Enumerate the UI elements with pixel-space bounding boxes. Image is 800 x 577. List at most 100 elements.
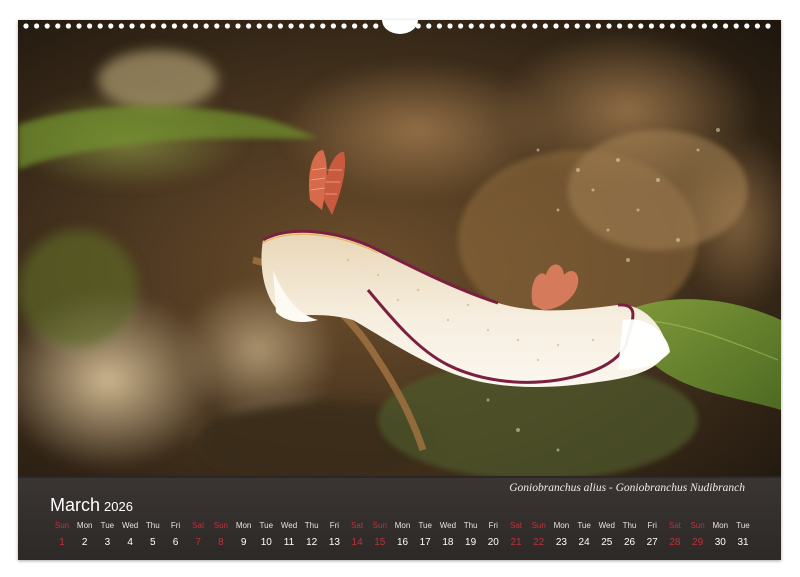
binding-hole <box>161 23 167 29</box>
binding-hole <box>670 23 676 29</box>
binding-hole <box>55 23 61 29</box>
day-number: 17 <box>419 537 431 548</box>
day-cell: Mon 23 <box>550 520 572 551</box>
binding-hole <box>436 23 442 29</box>
weekday-label: Thu <box>145 521 160 530</box>
photo-illustration <box>18 20 781 476</box>
day-number: 24 <box>578 537 590 548</box>
binding-hole <box>352 23 358 29</box>
binding-hole <box>129 23 135 29</box>
binding-hole <box>76 23 82 29</box>
day-cell: Thu 12 <box>301 520 323 551</box>
binding-hole <box>65 23 71 29</box>
weekday-label: Sun <box>54 521 70 530</box>
binding-hole <box>627 23 633 29</box>
binding-hole <box>309 23 315 29</box>
binding-hole <box>34 23 40 29</box>
binding-hole <box>426 23 432 29</box>
day-number: 22 <box>533 537 545 548</box>
day-number: 29 <box>692 537 704 548</box>
binding-hole <box>479 23 485 29</box>
weekday-label: Sun <box>531 521 546 530</box>
spiral-binding <box>23 20 771 34</box>
day-number: 20 <box>487 537 499 548</box>
binding-hole <box>564 23 570 29</box>
day-cell: Thu 26 <box>619 520 641 551</box>
binding-hole <box>701 23 708 29</box>
binding-hole <box>500 23 506 29</box>
binding-hole <box>256 23 262 29</box>
day-number: 9 <box>240 537 247 548</box>
day-cell: Mon 9 <box>233 520 255 551</box>
binding-hole <box>277 23 283 29</box>
weekday-label: Sun <box>690 521 705 530</box>
day-cell: Fri 6 <box>165 520 187 551</box>
binding-hole <box>362 23 368 29</box>
binding-hole <box>23 23 29 29</box>
day-cell: Mon 30 <box>709 520 731 551</box>
weekday-label: Sat <box>668 521 681 530</box>
day-number: 23 <box>555 537 567 548</box>
binding-hole <box>108 23 114 29</box>
calendar-bar: Goniobranchus alius - Goniobranchus Nudi… <box>18 478 781 560</box>
day-number: 10 <box>260 537 272 548</box>
day-number: 26 <box>623 537 636 548</box>
day-cell: Fri 27 <box>641 520 663 551</box>
binding-hole <box>595 23 602 29</box>
binding-hole <box>712 23 718 29</box>
binding-hole <box>150 23 156 29</box>
day-cell: Thu 19 <box>460 520 482 551</box>
day-cell: Wed 11 <box>278 520 300 551</box>
binding-hole <box>511 23 517 29</box>
month-year: 2026 <box>104 499 133 514</box>
day-number: 11 <box>283 537 295 548</box>
weekday-label: Mon <box>76 521 93 530</box>
month-name: March <box>50 495 101 515</box>
weekday-label: Fri <box>329 521 340 530</box>
day-number: 15 <box>374 537 386 548</box>
binding-hole <box>320 23 326 29</box>
day-cell: Sat 14 <box>346 520 368 551</box>
nudibranch-photo <box>18 20 781 476</box>
day-cell: Fri 20 <box>482 520 504 551</box>
weekday-label: Thu <box>304 521 319 530</box>
binding-hole <box>638 23 644 29</box>
weekday-label: Fri <box>647 521 657 530</box>
day-number: 1 <box>59 537 65 548</box>
weekday-label: Tue <box>577 521 591 530</box>
weekday-label: Tue <box>736 521 750 530</box>
binding-hole <box>330 23 336 29</box>
binding-hole <box>468 23 474 29</box>
binding-hole <box>171 23 177 29</box>
day-number: 19 <box>465 537 477 548</box>
day-number: 31 <box>737 537 749 548</box>
day-cell: Thu 5 <box>142 520 164 551</box>
binding-hole <box>373 23 379 29</box>
day-grid: Sun 1 Mon 2 Tue 3 Wed 4 Thu 5 Fri 6 Sat 7 Sun 8 Mon 9 Tue 1… <box>51 520 771 554</box>
day-cell: Mon 2 <box>74 520 96 551</box>
binding-hole <box>659 23 665 29</box>
day-number: 4 <box>127 537 133 548</box>
binding-hole <box>617 23 623 29</box>
day-number: 25 <box>601 537 613 548</box>
day-cell: Sun 1 <box>51 520 73 551</box>
day-number: 27 <box>646 537 658 548</box>
day-number: 18 <box>442 537 454 548</box>
weekday-label: Sat <box>509 521 522 530</box>
binding-hole <box>224 23 230 29</box>
day-number: 5 <box>150 537 156 548</box>
day-cell: Sun 22 <box>528 520 550 551</box>
weekday-label: Wed <box>280 521 298 530</box>
binding-hole <box>723 23 729 29</box>
binding-hole <box>458 23 464 29</box>
day-cell: Tue 17 <box>414 520 436 551</box>
binding-hole <box>87 23 93 29</box>
photo-caption: Goniobranchus alius - Goniobranchus Nudi… <box>509 482 745 494</box>
weekday-label: Sat <box>192 521 205 530</box>
day-cell: Wed 18 <box>437 520 459 551</box>
binding-hole <box>140 23 146 29</box>
binding-hole <box>648 23 655 29</box>
binding-hole <box>182 23 188 29</box>
day-number: 28 <box>669 537 681 548</box>
weekday-label: Thu <box>622 521 637 530</box>
